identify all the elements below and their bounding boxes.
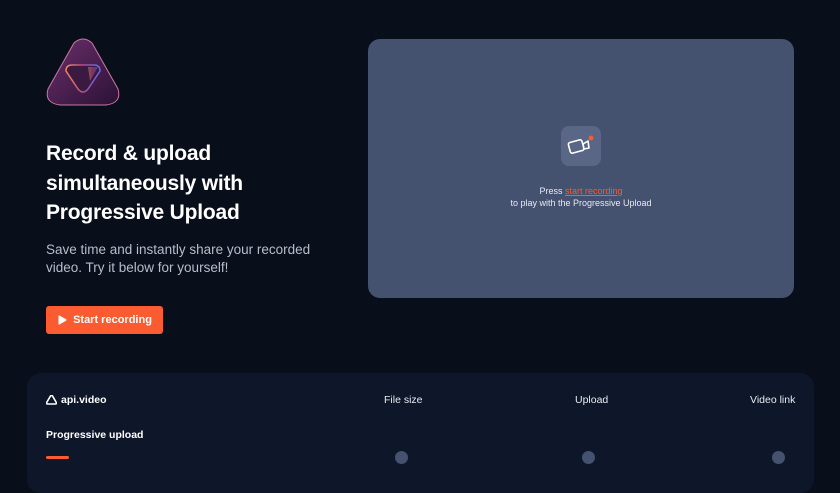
preview-line-2: to play with the Progressive Upload bbox=[510, 198, 652, 208]
file-size-status-dot bbox=[395, 451, 408, 464]
column-header-file-size: File size bbox=[384, 394, 423, 406]
headline-line: simultaneously with bbox=[46, 171, 243, 195]
api-video-logo-icon bbox=[46, 395, 57, 405]
headline-line: Progressive Upload bbox=[46, 201, 240, 224]
start-recording-link[interactable]: start recording bbox=[565, 186, 623, 196]
column-header-upload: Upload bbox=[575, 394, 609, 406]
subtext-line: Save time and instantly share your recor… bbox=[46, 242, 311, 257]
record-play-icon bbox=[58, 315, 67, 325]
start-recording-button[interactable]: Start recording bbox=[46, 306, 163, 334]
headline-line: Record & upload bbox=[46, 142, 212, 165]
hero-headline: Record & upload simultaneously with Prog… bbox=[46, 139, 336, 228]
press-text: Press bbox=[539, 186, 565, 196]
video-preview-panel: Press start recording to play with the P… bbox=[368, 39, 794, 298]
comparison-table: api.video File size Upload Video link Pr… bbox=[27, 373, 814, 493]
start-recording-label: Start recording bbox=[73, 314, 152, 326]
upload-status-dot bbox=[582, 451, 595, 464]
brand-name: api.video bbox=[61, 394, 107, 406]
video-camera-icon bbox=[561, 126, 601, 166]
preview-instructions: Press start recording to play with the P… bbox=[368, 185, 794, 209]
column-header-video-link: Video link bbox=[750, 394, 796, 406]
progress-indicator bbox=[46, 456, 69, 459]
preview-line-1: Press start recording bbox=[368, 185, 794, 197]
brand: api.video bbox=[46, 394, 107, 406]
app-logo bbox=[44, 37, 122, 109]
hero-subtext: Save time and instantly share your recor… bbox=[46, 241, 336, 277]
video-link-status-dot bbox=[772, 451, 785, 464]
row-label-progressive-upload: Progressive upload bbox=[46, 429, 144, 441]
subtext-line: video. Try it below for yourself! bbox=[46, 260, 229, 275]
